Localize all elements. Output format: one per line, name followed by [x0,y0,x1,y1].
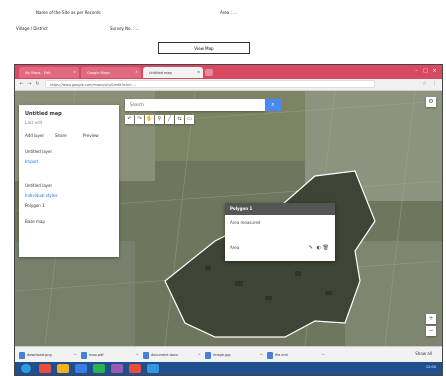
taskbar-app-icon[interactable] [75,364,87,373]
close-icon[interactable]: × [135,70,138,74]
address-bar-row: ← → ↻ https://www.google.com/maps/d/u/0/… [15,79,442,91]
file-icon [267,351,273,359]
forward-icon[interactable]: → [26,81,33,88]
layer2-name[interactable]: Untitled layer [25,183,52,188]
taskbar-app-icon[interactable] [147,364,159,373]
star-icon[interactable]: ☆ [421,81,428,88]
taskbar-app-icon[interactable] [111,364,123,373]
menu-icon[interactable]: ⋮ [431,81,438,88]
taskbar: 12:00 [15,362,442,375]
chevron-up-icon[interactable]: ^ [136,353,139,358]
file-icon [205,351,211,359]
map-layers-panel: Untitled map Last edit Add layer Share P… [19,105,119,257]
basemap-toggle[interactable]: Base map [25,219,45,224]
tab-untitled-map[interactable]: Untitled map × [143,67,203,78]
directions-icon[interactable]: ⇆ [175,115,184,124]
draw-line-icon[interactable]: ╱ [165,115,174,124]
show-all-downloads-link[interactable]: Show all [415,351,432,356]
start-icon[interactable] [21,364,31,373]
style-icon[interactable]: ◐ [317,245,321,251]
window-close-icon[interactable]: × [431,68,438,75]
ruler-icon[interactable]: ▭ [185,115,194,124]
map-search-input[interactable]: Search [125,99,265,111]
popup-description: Area measured [230,220,261,225]
edit-icon[interactable]: ✎ [309,245,313,251]
add-layer-button[interactable]: Add layer [25,133,44,138]
tab-google-maps[interactable]: Google Maps × [81,67,141,78]
download-item[interactable]: file.kml ^ [267,350,325,360]
chevron-up-icon[interactable]: ^ [260,353,263,358]
layer2-style-link[interactable]: Individual styles [25,193,57,198]
download-item[interactable]: image.jpg ^ [205,350,263,360]
doc-line2-left: Village / District [16,26,48,31]
delete-icon[interactable]: 🗑 [323,245,329,251]
zoom-out-icon[interactable]: − [426,326,436,336]
search-icon[interactable]: ⌕ [265,99,281,111]
doc-line2-mid: Survey No. : ... [110,26,140,31]
chevron-up-icon[interactable]: ^ [74,353,77,358]
taskbar-app-icon[interactable] [57,364,69,373]
zoom-in-icon[interactable]: + [426,314,436,324]
popup-title: Polygon 1 [225,203,335,215]
popup-meta: Area [230,245,240,250]
file-icon [143,351,149,359]
view-map-button[interactable]: View Map [158,42,250,54]
download-name: document.docx [151,353,179,357]
taskbar-app-icon[interactable] [93,364,105,373]
map-canvas[interactable]: Untitled map Last edit Add layer Share P… [15,91,442,346]
taskbar-app-icon[interactable] [39,364,51,373]
tab-label: Google Maps [87,70,110,75]
hand-icon[interactable]: ✋ [145,115,154,124]
tab-my-maps[interactable]: My Maps - Edit × [19,67,79,78]
share-button[interactable]: Share [55,133,67,138]
file-icon [81,351,87,359]
download-name: map.pdf [89,353,104,357]
map-title[interactable]: Untitled map [25,111,62,117]
marker-icon[interactable]: ⚲ [155,115,164,124]
url-field[interactable]: https://www.google.com/maps/d/u/0/edit?m… [45,80,375,88]
downloads-bar: download.png ^ map.pdf ^ document.docx ^ im… [15,346,442,363]
chevron-up-icon[interactable]: ^ [322,353,325,358]
undo-icon[interactable]: ↶ [125,115,134,124]
layer2-item[interactable]: Polygon 1 [25,203,45,208]
close-icon[interactable]: × [197,70,200,74]
layer1-name[interactable]: Untitled layer [25,149,52,154]
taskbar-app-icon[interactable] [129,364,141,373]
doc-line1-left: Name of the Site as per Records [36,10,101,15]
download-name: file.kml [275,353,288,357]
file-icon [19,351,25,359]
tab-strip: My Maps - Edit × Google Maps × Untitled ma… [15,65,442,79]
map-subtitle: Last edit [25,120,43,125]
redo-icon[interactable]: ↷ [135,115,144,124]
layer1-import-link[interactable]: Import [25,159,38,164]
doc-line1-right: Area : ... [220,10,237,15]
chevron-up-icon[interactable]: ^ [198,353,201,358]
map-toolbar: ↶ ↷ ✋ ⚲ ╱ ⇆ ▭ [125,115,194,124]
clock[interactable]: 12:00 [426,365,436,369]
browser-window: My Maps - Edit × Google Maps × Untitled ma… [14,64,443,376]
download-name: image.jpg [213,353,231,357]
reload-icon[interactable]: ↻ [34,81,41,88]
maximize-icon[interactable]: □ [422,68,429,75]
download-item[interactable]: download.png ^ [19,350,77,360]
new-tab-button[interactable] [205,69,213,76]
download-name: download.png [27,353,52,357]
feature-popup: Polygon 1 Area measured Area ✎ ◐ 🗑 [225,203,335,261]
download-item[interactable]: document.docx ^ [143,350,201,360]
download-item[interactable]: map.pdf ^ [81,350,139,360]
minimize-icon[interactable]: – [413,68,420,75]
tab-label: My Maps - Edit [25,70,51,75]
close-icon[interactable]: × [73,70,76,74]
back-icon[interactable]: ← [18,81,25,88]
preview-button[interactable]: Preview [83,133,99,138]
tab-label: Untitled map [149,70,172,75]
settings-icon[interactable]: ⚙ [426,97,436,107]
